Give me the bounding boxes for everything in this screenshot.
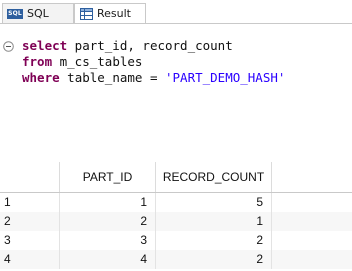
cell-empty: [272, 193, 352, 212]
code-line-1: select part_id, record_count: [22, 38, 233, 54]
result-grid: PART_ID RECORD_COUNT 1 1 5 2 2 1 3 3 2 4…: [0, 162, 352, 271]
table-row[interactable]: 1 1 5: [0, 193, 352, 212]
table-row[interactable]: 3 3 2: [0, 231, 352, 250]
code-line-3: where table_name = 'PART_DEMO_HASH': [22, 70, 285, 86]
row-index: 4: [0, 250, 60, 269]
table-row[interactable]: 2 2 1: [0, 212, 352, 231]
cell-part-id[interactable]: 1: [60, 193, 156, 212]
tab-sql-label: SQL: [27, 7, 49, 20]
tab-bar: SQL SQL Result: [0, 0, 352, 24]
cell-record-count[interactable]: 2: [156, 231, 272, 250]
cell-record-count[interactable]: 1: [156, 212, 272, 231]
sql-keyword: select: [22, 38, 68, 53]
cell-empty: [272, 212, 352, 231]
cell-part-id[interactable]: 2: [60, 212, 156, 231]
cell-empty: [272, 231, 352, 250]
cell-part-id[interactable]: 3: [60, 231, 156, 250]
cell-empty: [272, 250, 352, 269]
cell-record-count[interactable]: 5: [156, 193, 272, 212]
cell-record-count[interactable]: 2: [156, 250, 272, 269]
sql-editor[interactable]: select part_id, record_count from m_cs_t…: [0, 24, 352, 186]
sql-string-literal: 'PART_DEMO_HASH': [165, 70, 286, 85]
grid-icon: [80, 7, 93, 20]
result-grid-header: PART_ID RECORD_COUNT: [0, 162, 352, 193]
row-index: 3: [0, 231, 60, 250]
code-text: part_id, record_count: [67, 38, 233, 53]
code-text: m_cs_tables: [52, 54, 143, 69]
row-index: 2: [0, 212, 60, 231]
table-row[interactable]: 4 4 2: [0, 250, 352, 269]
code-text: table_name =: [59, 70, 165, 85]
tab-result-label: Result: [97, 7, 131, 20]
fold-collapse-icon[interactable]: [3, 40, 14, 52]
cell-part-id[interactable]: 4: [60, 250, 156, 269]
sql-icon: SQL: [7, 8, 23, 19]
sql-keyword: from: [22, 54, 53, 69]
tab-result[interactable]: Result: [74, 3, 146, 24]
tab-sql[interactable]: SQL SQL: [2, 3, 74, 23]
sql-keyword: where: [22, 70, 60, 85]
row-index: 1: [0, 193, 60, 212]
column-header-part-id[interactable]: PART_ID: [60, 162, 156, 192]
column-header-index[interactable]: [0, 162, 60, 192]
column-header-record-count[interactable]: RECORD_COUNT: [156, 162, 272, 192]
code-line-2: from m_cs_tables: [22, 54, 142, 70]
